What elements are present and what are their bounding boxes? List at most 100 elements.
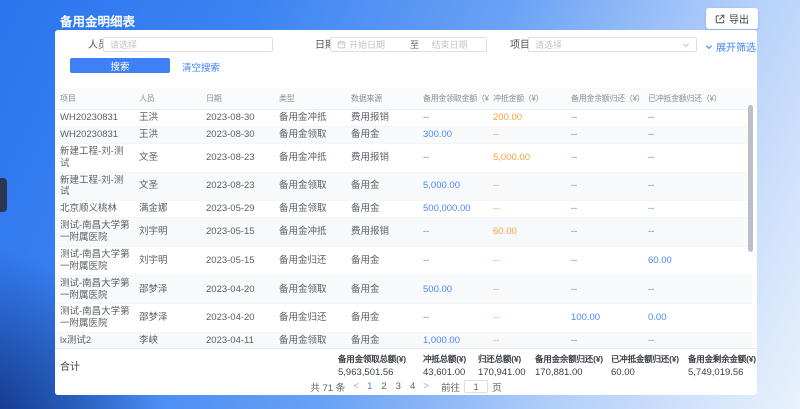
table-row: 测试-南昌大学第一附属医院邵梦泽2023-04-20备用金领取备用金500.00…	[55, 275, 752, 304]
column-header: 项目	[55, 88, 135, 110]
summary-item-label: 备用金领取总额(¥)	[338, 353, 406, 365]
page-button-2[interactable]: 2	[381, 381, 386, 392]
cell-balance-return: --	[567, 201, 644, 218]
cell-offset-return: --	[644, 172, 752, 201]
cell-receive: --	[419, 246, 489, 275]
cell-balance-return: --	[567, 218, 644, 247]
column-header: 冲抵金额（¥）	[489, 88, 567, 110]
cell-person: 邵梦泽	[135, 275, 202, 304]
cell-balance-return: --	[567, 143, 644, 172]
cell-offset-return: --	[644, 143, 752, 172]
table-header-row: 项目人员日期类型数据来源备用金领取金额（¥）冲抵金额（¥）备用金余额归还（¥）已…	[55, 88, 752, 110]
date-separator: 至	[410, 38, 419, 51]
cell-project: 测试-南昌大学第一附属医院	[55, 304, 135, 333]
cell-receive: --	[419, 110, 489, 127]
table-row: 新建工程-刘-测试文圣2023-08-23备用金领取备用金5,000.00---…	[55, 172, 752, 201]
table-row: 北京顺义桃林满金娜2023-05-29备用金领取备用金500,000.00---…	[55, 201, 752, 218]
clear-search-link[interactable]: 清空搜索	[182, 60, 220, 74]
search-button[interactable]: 搜索	[70, 58, 170, 73]
cell-project: WH20230831	[55, 110, 135, 127]
goto-page-input[interactable]	[464, 380, 488, 393]
cell-type: 备用金冲抵	[275, 110, 347, 127]
cell-balance-return: --	[567, 275, 644, 304]
cell-receive: 500.00	[419, 275, 489, 304]
cell-offset: --	[489, 172, 567, 201]
cell-project: 新建工程-刘-测试	[55, 143, 135, 172]
column-header: 日期	[202, 88, 275, 110]
cell-person: 满金娜	[135, 201, 202, 218]
summary-item-value: 60.00	[611, 367, 679, 378]
cell-project: 测试-南昌大学第一附属医院	[55, 275, 135, 304]
page-button-3[interactable]: 3	[396, 381, 401, 392]
cell-type: 备用金冲抵	[275, 218, 347, 247]
cell-date: 2023-04-20	[202, 304, 275, 333]
date-range-picker[interactable]: 开始日期 至 结束日期	[330, 37, 487, 52]
expand-filter-link[interactable]: 展开筛选	[705, 39, 756, 54]
cell-offset: --	[489, 126, 567, 143]
cell-balance-return: --	[567, 246, 644, 275]
table-row: lx测试2李峡2023-04-11备用金领取备用金1,000.00------	[55, 333, 752, 348]
page-button-1[interactable]: 1	[367, 381, 372, 392]
cell-date: 2023-08-23	[202, 172, 275, 201]
table-row: WH20230831王洪2023-08-30备用金冲抵费用报销--200.00-…	[55, 110, 752, 127]
export-label: 导出	[729, 11, 749, 26]
goto-suffix: 页	[492, 380, 502, 394]
project-label: 项目	[510, 39, 530, 53]
data-table: 项目人员日期类型数据来源备用金领取金额（¥）冲抵金额（¥）备用金余额归还（¥）已…	[55, 88, 757, 348]
cell-offset: 200.00	[489, 110, 567, 127]
prev-page-icon[interactable]: <	[353, 381, 359, 392]
cell-type: 备用金领取	[275, 201, 347, 218]
page-title: 备用金明细表	[60, 11, 135, 30]
summary-item-label: 冲抵总额(¥)	[423, 353, 466, 365]
cell-person: 邵梦泽	[135, 304, 202, 333]
cell-source: 备用金	[347, 333, 419, 348]
summary-total-label: 合计	[60, 358, 80, 373]
summary-item: 备用金余额归还(¥)170,881.00	[535, 353, 603, 378]
summary-item-label: 已冲抵金额归还(¥)	[611, 353, 679, 365]
table-row: WH20230831王洪2023-08-30备用金领取备用金300.00----…	[55, 126, 752, 143]
cell-receive: --	[419, 143, 489, 172]
cell-project: 测试-南昌大学第一附属医院	[55, 218, 135, 247]
cell-date: 2023-08-30	[202, 110, 275, 127]
next-page-icon[interactable]: >	[423, 381, 429, 392]
cell-source: 费用报销	[347, 110, 419, 127]
project-select[interactable]: 请选择	[528, 37, 697, 52]
summary-item-label: 归还总额(¥)	[478, 353, 526, 365]
summary-item-value: 5,749,019.56	[688, 367, 756, 378]
cell-offset-return: --	[644, 275, 752, 304]
page-button-4[interactable]: 4	[410, 381, 415, 392]
drawer-handle[interactable]	[0, 178, 7, 212]
cell-project: 新建工程-刘-测试	[55, 172, 135, 201]
date-start-placeholder: 开始日期	[349, 38, 410, 51]
cell-source: 备用金	[347, 275, 419, 304]
cell-offset-return: --	[644, 126, 752, 143]
vertical-scrollbar[interactable]	[748, 105, 753, 252]
cell-receive: --	[419, 304, 489, 333]
cell-date: 2023-04-11	[202, 333, 275, 348]
cell-source: 备用金	[347, 172, 419, 201]
cell-person: 王洪	[135, 110, 202, 127]
person-input[interactable]: 请选择	[103, 37, 273, 52]
column-header: 已冲抵金额归还（¥）	[644, 88, 752, 110]
cell-offset: --	[489, 304, 567, 333]
cell-type: 备用金归还	[275, 246, 347, 275]
summary-item: 冲抵总额(¥)43,601.00	[423, 353, 466, 378]
cell-source: 备用金	[347, 126, 419, 143]
cell-receive: 5,000.00	[419, 172, 489, 201]
cell-source: 备用金	[347, 304, 419, 333]
pagination-total: 共 71 条	[310, 380, 345, 394]
table-body: WH20230831王洪2023-08-30备用金冲抵费用报销--200.00-…	[55, 110, 752, 349]
calendar-icon	[337, 40, 346, 49]
content-card: 人员 请选择 日期 开始日期 至 结束日期 项目 请选择 展开筛选 搜索 清空搜…	[55, 30, 757, 395]
export-button[interactable]: 导出	[706, 8, 758, 29]
cell-type: 备用金领取	[275, 172, 347, 201]
cell-receive: 500,000.00	[419, 201, 489, 218]
cell-project: 测试-南昌大学第一附属医院	[55, 246, 135, 275]
column-header: 数据来源	[347, 88, 419, 110]
cell-balance-return: --	[567, 172, 644, 201]
column-header: 备用金领取金额（¥）	[419, 88, 489, 110]
column-header: 备用金余额归还（¥）	[567, 88, 644, 110]
cell-offset-return: --	[644, 333, 752, 348]
export-icon	[715, 14, 725, 24]
summary-item-value: 5,963,501.56	[338, 367, 406, 378]
